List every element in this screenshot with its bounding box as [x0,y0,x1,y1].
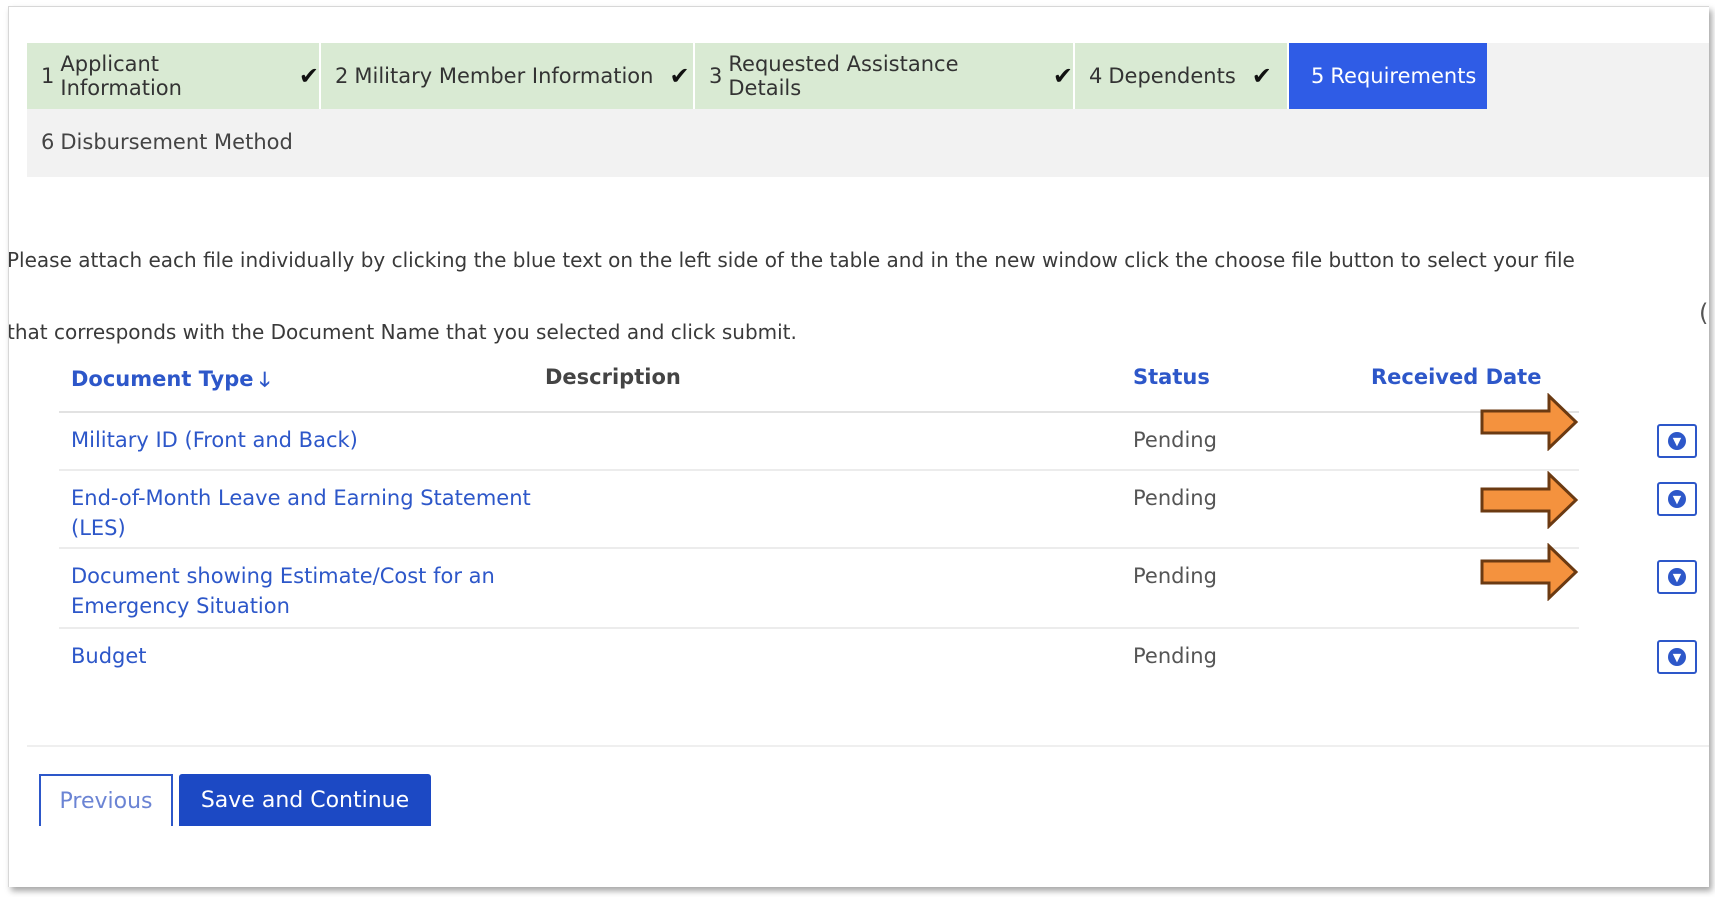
status-header[interactable]: Status [1133,365,1210,389]
step-dependents[interactable]: 4 Dependents ✔ [1075,43,1289,109]
instructions-line-2: that corresponds with the Document Name … [8,320,797,344]
check-icon: ✔ [1052,62,1073,90]
step-requirements[interactable]: 5 Requirements [1289,43,1487,109]
previous-button[interactable]: Previous [39,774,173,826]
row-action-button[interactable]: ▼ [1657,424,1697,458]
step-number: 4 [1089,64,1103,88]
step-navigation: 1 Applicant Information ✔ 2 Military Mem… [27,43,1709,177]
requirements-page: 1 Applicant Information ✔ 2 Military Mem… [9,43,1709,887]
table-header: Document Type 🡓 Description Status Receiv… [59,353,1579,413]
status-value: Pending [1133,564,1217,588]
header-label: Document Type [71,367,254,391]
status-value: Pending [1133,486,1217,510]
row-action-button[interactable]: ▼ [1657,560,1697,594]
step-label: Applicant Information [60,52,182,100]
step-label: Requested Assistance Details [728,52,959,100]
chevron-down-circle-icon: ▼ [1668,490,1686,508]
orange-arrow-icon [1480,543,1579,601]
save-and-continue-button[interactable]: Save and Continue [179,774,431,826]
step-number: 3 [709,64,723,88]
orange-arrow-icon [1480,471,1579,529]
row-action-button[interactable]: ▼ [1657,640,1697,674]
document-link[interactable]: Document showing Estimate/Cost for an Em… [71,561,551,621]
step-military-member-information[interactable]: 2 Military Member Information ✔ [321,43,695,109]
instructions-line-1: Please attach each file individually by … [8,248,1575,272]
step-label: Military Member Information [354,64,654,88]
document-type-header[interactable]: Document Type 🡓 [71,365,270,399]
received-date-header[interactable]: Received Date [1371,365,1541,389]
orange-arrow-icon [1480,393,1579,451]
step-label: Requirements [1330,64,1477,88]
application-window: 1 Applicant Information ✔ 2 Military Mem… [8,6,1709,887]
table-row: Military ID (Front and Back) Pending ▼ [59,393,1697,471]
table-row: Budget Pending ▼ [59,629,1697,685]
chevron-down-circle-icon: ▼ [1668,568,1686,586]
footer-divider [27,745,1709,747]
step-disbursement-method[interactable]: 6 Disbursement Method [27,109,347,175]
status-value: Pending [1133,428,1217,452]
step-label: Disbursement Method [60,130,293,154]
row-action-button[interactable]: ▼ [1657,482,1697,516]
step-number: 1 [41,64,55,88]
document-link[interactable]: Budget [71,641,551,671]
description-header: Description [545,365,681,389]
document-link[interactable]: Military ID (Front and Back) [71,425,551,455]
check-icon: ✔ [669,62,690,90]
table-row: End-of-Month Leave and Earning Statement… [59,471,1697,549]
step-number: 6 [41,130,55,154]
arrow-down-icon: 🡓 [259,367,270,391]
table-row: Document showing Estimate/Cost for an Em… [59,543,1697,629]
document-link[interactable]: End-of-Month Leave and Earning Statement… [71,483,551,543]
status-value: Pending [1133,644,1217,668]
check-icon: ✔ [298,62,319,90]
check-icon: ✔ [1251,62,1272,90]
step-requested-assistance-details[interactable]: 3 Requested Assistance Details ✔ [695,43,1075,109]
step-label: Dependents [1108,64,1236,88]
step-number: 2 [335,64,349,88]
chevron-down-circle-icon: ▼ [1668,648,1686,666]
step-applicant-information[interactable]: 1 Applicant Information ✔ [27,43,321,109]
clipped-edge-glyph: ( [1699,299,1709,327]
step-number: 5 [1311,64,1325,88]
requirements-table: Document Type 🡓 Description Status Receiv… [59,353,1697,685]
chevron-down-circle-icon: ▼ [1668,432,1686,450]
